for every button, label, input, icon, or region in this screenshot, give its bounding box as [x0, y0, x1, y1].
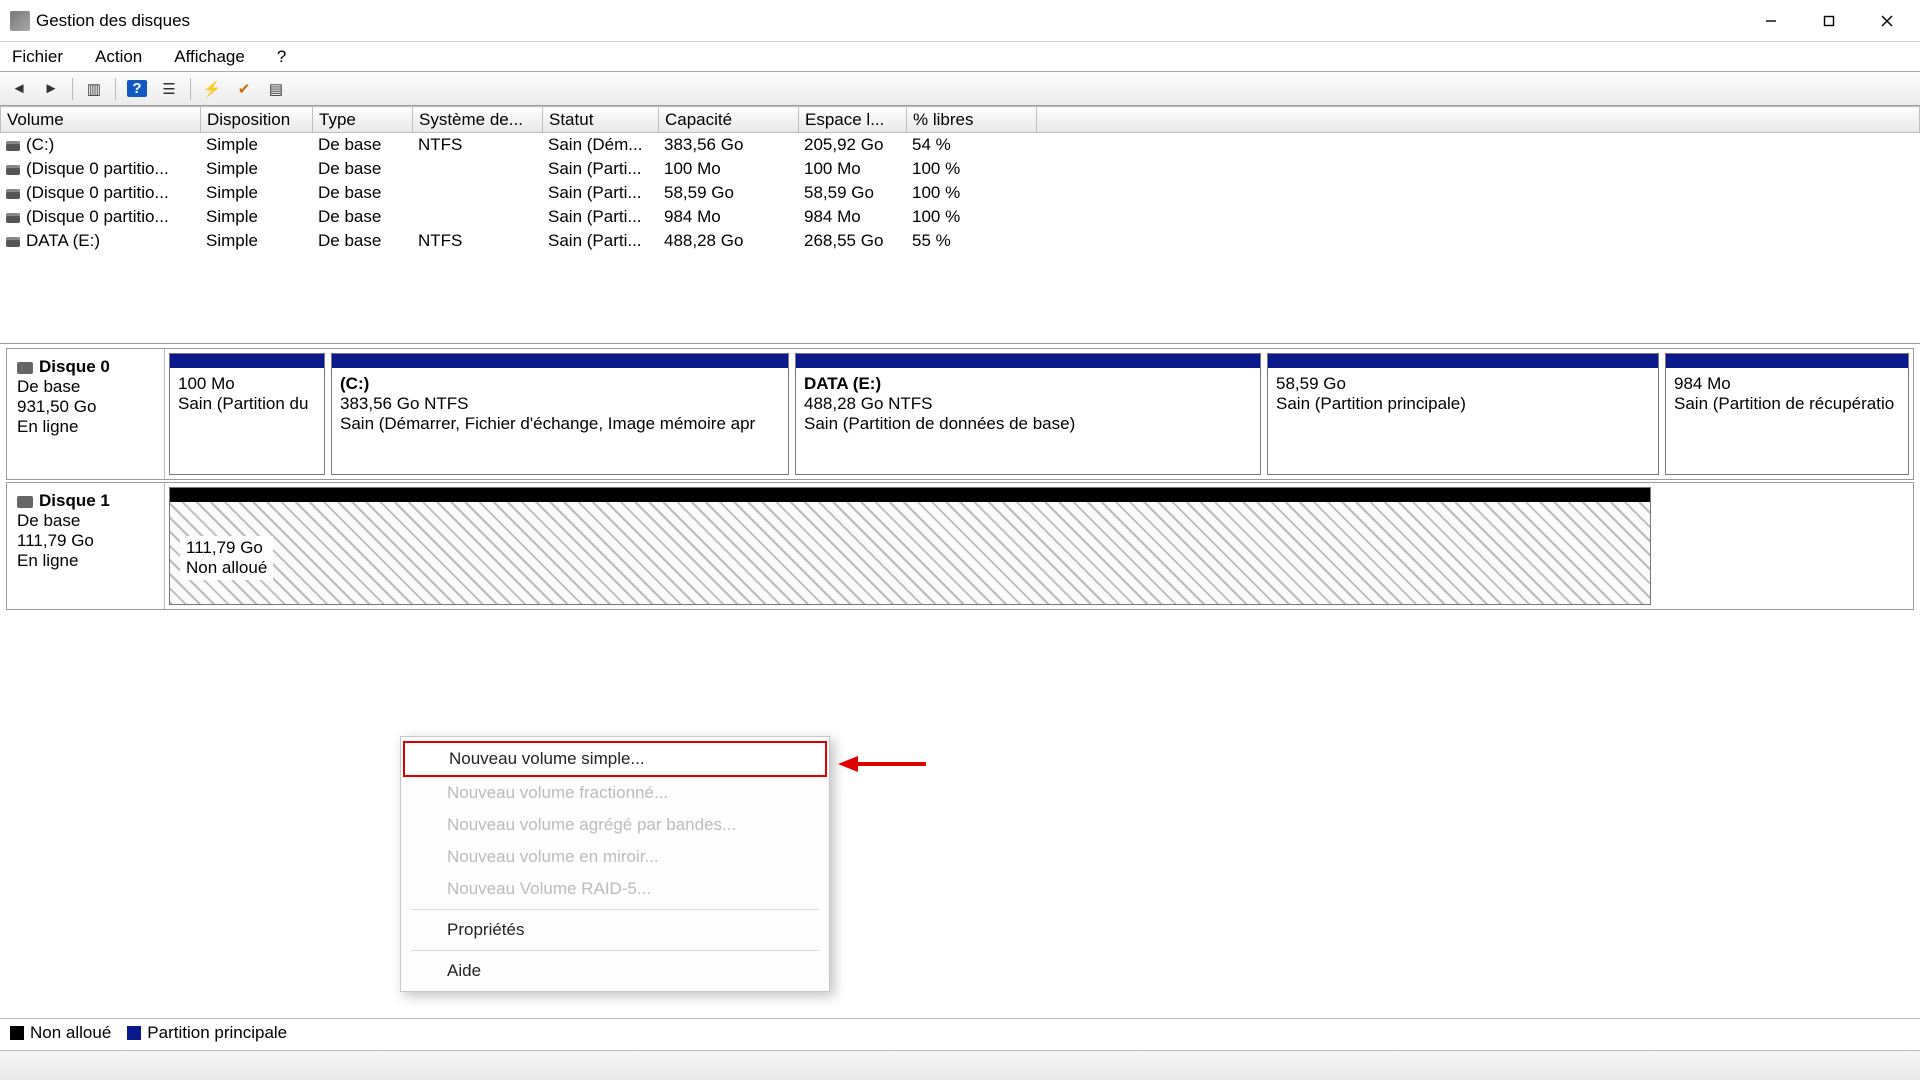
table-row[interactable]: (Disque 0 partitio...SimpleDe baseSain (…	[0, 181, 1920, 205]
help-icon: ?	[127, 80, 146, 97]
col-type[interactable]: Type	[313, 107, 413, 133]
toolbar-help-button[interactable]: ?	[124, 76, 150, 102]
maximize-icon	[1823, 15, 1835, 27]
toolbar-view-button[interactable]: ▥	[81, 76, 107, 102]
disk-icon	[17, 362, 33, 374]
col-volume[interactable]: Volume	[1, 107, 201, 133]
legend-primary-label: Partition principale	[147, 1023, 287, 1042]
partition[interactable]: 58,59 GoSain (Partition principale)	[1267, 353, 1659, 475]
settings-icon: ▤	[269, 80, 283, 98]
ctx-new-raid5-volume: Nouveau Volume RAID-5...	[403, 873, 827, 905]
ctx-help[interactable]: Aide	[403, 955, 827, 987]
volume-icon	[6, 141, 20, 151]
disk-icon	[17, 496, 33, 508]
nav-back-button[interactable]: ◄	[6, 76, 32, 102]
table-header-row: Volume Disposition Type Système de... St…	[1, 107, 1920, 133]
col-fs[interactable]: Système de...	[413, 107, 543, 133]
disk-graphical-view: Disque 0 De base 931,50 Go En ligne 100 …	[0, 344, 1920, 614]
volume-table[interactable]: Volume Disposition Type Système de... St…	[0, 106, 1920, 133]
legend-primary-swatch	[127, 1026, 141, 1040]
disk0-state: En ligne	[17, 417, 154, 437]
partition[interactable]: DATA (E:)488,28 Go NTFSSain (Partition d…	[795, 353, 1261, 475]
menubar: Fichier Action Affichage ?	[0, 42, 1920, 72]
titlebar: Gestion des disques	[0, 0, 1920, 42]
table-row[interactable]: DATA (E:)SimpleDe baseNTFSSain (Parti...…	[0, 229, 1920, 253]
context-menu: Nouveau volume simple... Nouveau volume …	[400, 736, 830, 992]
disk1-unallocated[interactable]: 111,79 Go Non alloué	[169, 487, 1651, 605]
menu-action[interactable]: Action	[91, 45, 146, 69]
toolbar-check-button[interactable]: ✔	[231, 76, 257, 102]
app-icon	[10, 11, 30, 31]
menu-help[interactable]: ?	[273, 45, 290, 69]
col-pctfree[interactable]: % libres	[907, 107, 1037, 133]
legend-unalloc-swatch	[10, 1026, 24, 1040]
volume-icon	[6, 189, 20, 199]
volume-icon	[6, 165, 20, 175]
disk1-row[interactable]: Disque 1 De base 111,79 Go En ligne 111,…	[6, 482, 1914, 610]
unalloc-text: Non alloué	[186, 558, 267, 578]
col-capacity[interactable]: Capacité	[659, 107, 799, 133]
maximize-button[interactable]	[1800, 1, 1858, 41]
table-row[interactable]: (Disque 0 partitio...SimpleDe baseSain (…	[0, 157, 1920, 181]
statusbar	[0, 1050, 1920, 1080]
toolbar: ◄ ► ▥ ? ☰ ⚡ ✔ ▤	[0, 72, 1920, 106]
legend-unalloc-label: Non alloué	[30, 1023, 111, 1042]
col-blank	[1037, 107, 1920, 133]
unalloc-label: 111,79 Go Non alloué	[180, 536, 273, 580]
panel-icon: ▥	[87, 80, 101, 98]
disk0-header: Disque 0 De base 931,50 Go En ligne	[7, 349, 165, 479]
disk0-size: 931,50 Go	[17, 397, 154, 417]
window-title: Gestion des disques	[36, 11, 190, 31]
table-row[interactable]: (Disque 0 partitio...SimpleDe baseSain (…	[0, 205, 1920, 229]
col-disposition[interactable]: Disposition	[201, 107, 313, 133]
menu-view[interactable]: Affichage	[170, 45, 249, 69]
annotation-arrow-icon	[838, 754, 928, 774]
table-row[interactable]: (C:)SimpleDe baseNTFSSain (Dém...383,56 …	[0, 133, 1920, 157]
partition[interactable]: 100 MoSain (Partition du	[169, 353, 325, 475]
toolbar-settings-button[interactable]: ▤	[263, 76, 289, 102]
col-free[interactable]: Espace l...	[799, 107, 907, 133]
close-button[interactable]	[1858, 1, 1916, 41]
nav-forward-button[interactable]: ►	[38, 76, 64, 102]
refresh-icon: ⚡	[203, 80, 222, 98]
ctx-properties[interactable]: Propriétés	[403, 914, 827, 946]
toolbar-refresh-button[interactable]: ⚡	[199, 76, 225, 102]
arrow-left-icon: ◄	[12, 80, 27, 97]
toolbar-list-button[interactable]: ☰	[156, 76, 182, 102]
close-icon	[1881, 15, 1893, 27]
disk0-name: Disque 0	[39, 357, 110, 376]
minimize-icon	[1765, 15, 1777, 27]
ctx-new-simple-volume[interactable]: Nouveau volume simple...	[403, 741, 827, 777]
arrow-right-icon: ►	[44, 80, 59, 97]
disk1-header: Disque 1 De base 111,79 Go En ligne	[7, 483, 165, 609]
ctx-new-spanned-volume: Nouveau volume fractionné...	[403, 777, 827, 809]
partition[interactable]: (C:)383,56 Go NTFSSain (Démarrer, Fichie…	[331, 353, 789, 475]
disk1-state: En ligne	[17, 551, 154, 571]
ctx-new-striped-volume: Nouveau volume agrégé par bandes...	[403, 809, 827, 841]
list-icon: ☰	[162, 80, 175, 98]
disk1-basic: De base	[17, 511, 154, 531]
disk0-row[interactable]: Disque 0 De base 931,50 Go En ligne 100 …	[6, 348, 1914, 480]
disk0-basic: De base	[17, 377, 154, 397]
volume-table-wrap: Volume Disposition Type Système de... St…	[0, 106, 1920, 344]
disk1-name: Disque 1	[39, 491, 110, 510]
partition[interactable]: 984 MoSain (Partition de récupératio	[1665, 353, 1909, 475]
unalloc-size: 111,79 Go	[186, 538, 267, 558]
legend: Non alloué Partition principale	[0, 1018, 1920, 1046]
ctx-new-mirrored-volume: Nouveau volume en miroir...	[403, 841, 827, 873]
minimize-button[interactable]	[1742, 1, 1800, 41]
volume-icon	[6, 237, 20, 247]
menu-file[interactable]: Fichier	[8, 45, 67, 69]
col-status[interactable]: Statut	[543, 107, 659, 133]
check-icon: ✔	[238, 80, 251, 98]
disk1-size: 111,79 Go	[17, 531, 154, 551]
volume-icon	[6, 213, 20, 223]
